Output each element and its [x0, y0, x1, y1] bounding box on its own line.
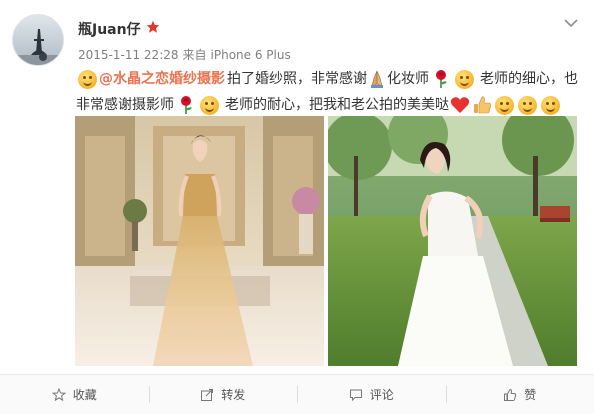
share-icon — [200, 388, 214, 402]
like-button[interactable]: 赞 — [445, 375, 594, 414]
bride-in-gold-gown-photo — [75, 116, 324, 366]
text-segment: 老师的细心，也 — [480, 71, 578, 87]
bride-in-white-dress-photo — [328, 116, 577, 366]
text-line-1: @水晶之恋婚纱摄影 拍了婚纱照，非常感谢 化妆师 老师的细心，也 — [76, 66, 584, 92]
repost-label: 转发 — [221, 388, 246, 402]
post-photo-1[interactable] — [75, 116, 324, 366]
avatar[interactable] — [12, 14, 64, 66]
source-device[interactable]: iPhone 6 Plus — [211, 48, 291, 62]
red-star-badge-icon[interactable] — [146, 20, 160, 34]
weibo-post-card: 瓶Juan仔 2015-1-11 22:28 来自 iPhone 6 Plus @水… — [0, 0, 594, 414]
text-segment: 化妆师 — [387, 71, 429, 87]
text-segment: 非常感谢摄影师 — [76, 97, 174, 113]
repost-button[interactable]: 转发 — [148, 375, 298, 414]
pray-icon — [368, 69, 386, 89]
post-photo-2[interactable] — [328, 116, 577, 366]
source-prefix: 来自 — [182, 48, 207, 62]
rose-icon — [432, 69, 450, 89]
favorite-button[interactable]: 收藏 — [0, 375, 149, 414]
username[interactable]: 瓶Juan仔 — [78, 19, 141, 39]
smile-icon — [78, 69, 97, 89]
text-line-2: 非常感谢摄影师 老师的耐心，把我和老公拍的美美哒 — [76, 92, 584, 118]
heart-icon — [450, 96, 470, 114]
avatar-image — [13, 15, 63, 65]
smile-icon — [200, 95, 219, 115]
thumbs-up-outline-icon — [503, 388, 517, 402]
post-text: @水晶之恋婚纱摄影 拍了婚纱照，非常感谢 化妆师 老师的细心，也 非常感谢摄影师… — [76, 66, 584, 118]
like-label: 赞 — [524, 388, 537, 402]
favorite-label: 收藏 — [72, 388, 97, 402]
action-toolbar: 收藏 转发 评论 赞 — [0, 375, 594, 414]
text-segment: 老师的耐心，把我和老公拍的美美哒 — [225, 97, 449, 113]
timestamp[interactable]: 2015-1-11 22:28 — [78, 48, 179, 62]
mention-link[interactable]: @水晶之恋婚纱摄影 — [99, 66, 225, 92]
chevron-down-icon[interactable] — [562, 16, 580, 30]
star-outline-icon — [51, 387, 66, 402]
smile-icon — [541, 95, 560, 115]
comment-icon — [349, 388, 363, 402]
comment-button[interactable]: 评论 — [297, 375, 446, 414]
smile-icon — [518, 95, 537, 115]
thumbs-up-icon — [472, 95, 492, 115]
rose-icon — [177, 95, 195, 115]
comment-label: 评论 — [369, 388, 394, 402]
post-meta: 2015-1-11 22:28 来自 iPhone 6 Plus — [78, 46, 295, 63]
smile-icon — [455, 69, 474, 89]
text-segment: 拍了婚纱照，非常感谢 — [227, 71, 367, 87]
smile-icon — [495, 95, 514, 115]
